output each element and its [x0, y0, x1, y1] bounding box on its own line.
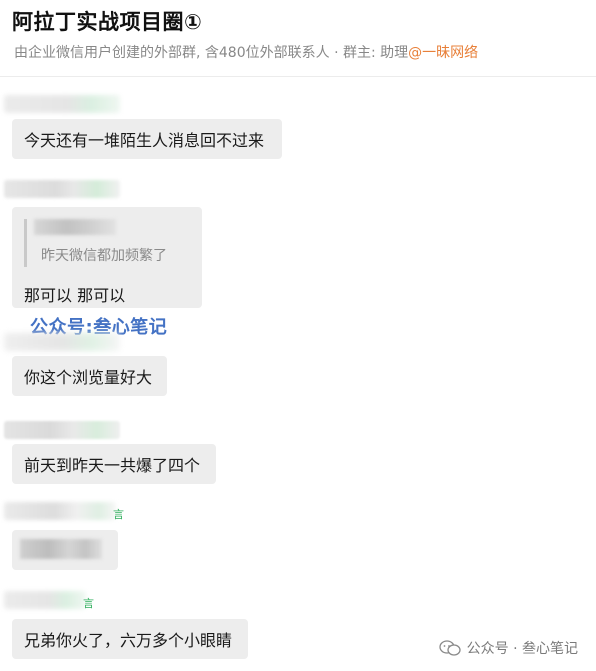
footer-watermark-text: 公众号 · 叁心笔记	[466, 641, 578, 657]
sender-name-blurred	[4, 95, 120, 113]
quote-bar	[24, 219, 27, 267]
wechat-icon	[438, 640, 461, 656]
message-text: 你这个浏览量好大	[24, 368, 153, 387]
message-bubble[interactable]: 前天到昨天一共爆了四个	[12, 444, 216, 484]
sender-name-blurred	[4, 591, 86, 609]
message-bubble[interactable]: 今天还有一堆陌生人消息回不过来	[12, 119, 282, 159]
message-text: 兄弟你火了，六万多个小眼睛	[24, 631, 233, 650]
message-text: 今天还有一堆陌生人消息回不过来	[24, 131, 265, 150]
group-description: 由企业微信用户创建的外部群, 含480位外部联系人 · 群主: 助理	[14, 45, 409, 61]
sender-name-blurred	[4, 333, 120, 351]
group-owner-link[interactable]: @一昧网络	[408, 45, 478, 61]
group-title: 阿拉丁实战项目圈①	[12, 10, 203, 34]
quoted-text: 昨天微信都加频繁了	[41, 248, 167, 264]
message-bubble[interactable]: 你这个浏览量好大	[12, 356, 167, 396]
message-bubble[interactable]: 兄弟你火了，六万多个小眼睛	[12, 619, 248, 659]
quote-reply-bubble[interactable]: 昨天微信都加频繁了 那可以 那可以	[12, 207, 202, 308]
blurred-content	[20, 539, 102, 559]
quoted-sender-blurred	[34, 219, 116, 235]
sender-name-blurred	[4, 502, 116, 520]
group-subtitle: 由企业微信用户创建的外部群, 含480位外部联系人 · 群主: 助理@一昧网络	[14, 42, 478, 62]
sender-name-blurred	[4, 421, 120, 439]
footer-watermark: 公众号 · 叁心笔记	[438, 638, 578, 658]
message-text: 前天到昨天一共爆了四个	[24, 456, 201, 475]
chat-header: 阿拉丁实战项目圈① 由企业微信用户创建的外部群, 含480位外部联系人 · 群主…	[0, 0, 596, 77]
blurred-message-bubble[interactable]	[12, 530, 118, 570]
sender-name-blurred	[4, 180, 120, 198]
status-mark-icon: 言	[83, 597, 94, 610]
message-text: 那可以 那可以	[24, 286, 126, 305]
status-mark-icon: 言	[113, 508, 124, 521]
